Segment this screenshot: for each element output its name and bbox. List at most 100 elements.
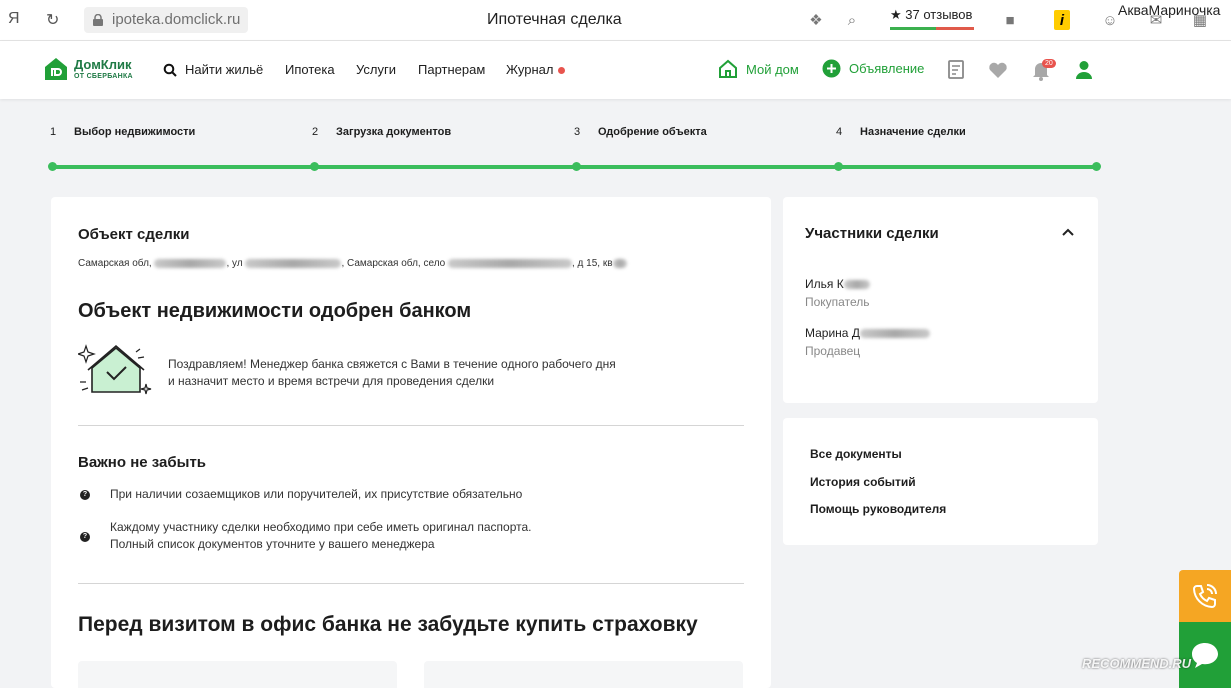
deal-main-card: Объект сделки Самарская обл, , ул , Сама… [51,197,771,688]
redacted [612,258,627,268]
nav-find-home[interactable]: Найти жильё [185,62,263,77]
nav-partners[interactable]: Партнерам [418,62,485,77]
chat-button[interactable] [1179,622,1231,688]
step-4-label: Назначение сделки [860,126,966,138]
address-bar[interactable]: ipoteka.domclick.ru [84,7,249,33]
step-2-label: Загрузка документов [336,126,452,138]
extension-icon[interactable]: i [1054,10,1070,30]
my-home-label: Мой дом [746,61,799,77]
my-home-link[interactable]: Мой дом [718,59,799,79]
participants-card: Участники сделки Илья К Покупатель Марин… [783,197,1098,403]
reminder-text: При наличии созаемщиков или поручителей,… [110,487,523,501]
chat-bubble-icon [1192,643,1218,668]
lock-icon [93,14,103,26]
redacted [859,329,930,339]
object-title: Объект сделки [78,226,190,243]
translate-icon[interactable]: ❖ [806,10,826,30]
step-1-label: Выбор недвижимости [74,126,196,138]
participant-name: Илья К [805,277,870,291]
search-icon[interactable]: ⌕ [842,10,862,30]
address-part: Самарская обл, [78,258,155,269]
step-2-dot [310,162,319,171]
redacted [448,258,572,268]
redacted [154,258,227,268]
congrats-line: и назначит место и время встречи для про… [168,374,495,388]
profile-name[interactable]: АкваМариночка [1118,2,1220,18]
step-3-number: 3 [574,126,581,138]
step-1-number: 1 [50,126,57,138]
heart-icon[interactable] [987,59,1009,81]
step-1-dot [48,162,57,171]
step-4-dot [834,162,843,171]
insurance-title: Перед визитом в офис банка не забудьте к… [78,613,698,636]
yandex-logo[interactable]: Я [8,10,20,28]
domclick-logo[interactable]: ДомКлик ОТ СБЕРБАНКА [44,57,133,81]
approved-house-icon [78,344,152,395]
address-part: , ул [226,258,246,269]
nav-journal[interactable]: Журнал [506,62,553,77]
nav-services[interactable]: Услуги [356,62,396,77]
redacted [245,258,342,268]
phone-icon [1192,584,1217,609]
divider [78,425,744,426]
tab-title: Ипотечная сделка [487,11,622,28]
participants-title: Участники сделки [805,225,939,242]
avatar-icon[interactable]: ☺ [1100,10,1120,30]
insurance-option-card[interactable] [424,661,743,688]
house-logo-icon [45,58,67,80]
user-icon[interactable] [1073,59,1095,81]
congrats-line: Поздравляем! Менеджер банка свяжется с В… [168,357,616,371]
address-part: , д 15, кв [572,258,613,269]
participant-role: Продавец [805,344,861,358]
insurance-option-card[interactable] [78,661,397,688]
listing-button[interactable]: Объявление [822,59,924,78]
plus-circle-icon [822,59,841,78]
document-icon[interactable] [946,59,968,81]
step-2-number: 2 [312,126,319,138]
watermark: RECOMMEND.RU [1082,656,1192,671]
redacted [843,280,870,290]
participant-role: Покупатель [805,295,870,309]
reminder-item: При наличии созаемщиков или поручителей,… [110,486,710,503]
reminder-text: Каждому участнику сделки необходимо при … [110,520,532,534]
participant-name-text: Марина Д [805,326,860,340]
nav-mortgage[interactable]: Ипотека [285,62,335,77]
step-end-dot [1092,162,1101,171]
bookmark-icon[interactable]: ■ [1000,10,1020,30]
logo-title: ДомКлик [74,57,132,72]
journal-new-dot [558,67,565,74]
congrats-text: Поздравляем! Менеджер банка свяжется с В… [168,356,688,390]
notification-badge: 20 [1042,59,1056,68]
rating-bar [890,27,974,30]
divider [78,583,744,584]
reminder-text: Полный список документов уточните у ваше… [110,537,435,551]
approved-title: Объект недвижимости одобрен банком [78,300,472,322]
reload-icon[interactable]: ↻ [46,10,59,30]
participant-name: Марина Д [805,326,930,340]
participant-name-text: Илья К [805,277,844,291]
listing-label: Объявление [849,61,925,76]
call-button[interactable] [1179,570,1231,622]
url-text: ipoteka.domclick.ru [112,11,241,28]
info-icon: ? [80,532,90,542]
home-icon [719,59,737,78]
reminder-item: Каждому участнику сделки необходимо при … [110,519,710,553]
info-icon: ? [80,490,90,500]
manager-help-link[interactable]: Помощь руководителя [810,502,946,516]
address-part: , Самарская обл, село [341,258,448,269]
browser-toolbar: Я ↻ ipoteka.domclick.ru Ипотечная сделка… [0,0,1231,41]
reviews-widget[interactable]: ★ 37 отзывов [890,7,974,30]
event-history-link[interactable]: История событий [810,475,916,489]
step-4-number: 4 [836,126,843,138]
all-documents-link[interactable]: Все документы [810,447,902,461]
search-icon [163,63,177,77]
reviews-count: ★ 37 отзывов [890,7,973,22]
object-address: Самарская обл, , ул , Самарская обл, сел… [78,258,627,269]
step-3-label: Одобрение объекта [598,126,707,138]
site-header: ДомКлик ОТ СБЕРБАНКА Найти жильё Ипотека… [0,41,1231,99]
step-3-dot [572,162,581,171]
remember-title: Важно не забыть [78,454,207,471]
logo-subtitle: ОТ СБЕРБАНКА [74,73,133,80]
chevron-up-icon[interactable] [1061,227,1075,237]
deal-links-card: Все документы История событий Помощь рук… [783,418,1098,545]
